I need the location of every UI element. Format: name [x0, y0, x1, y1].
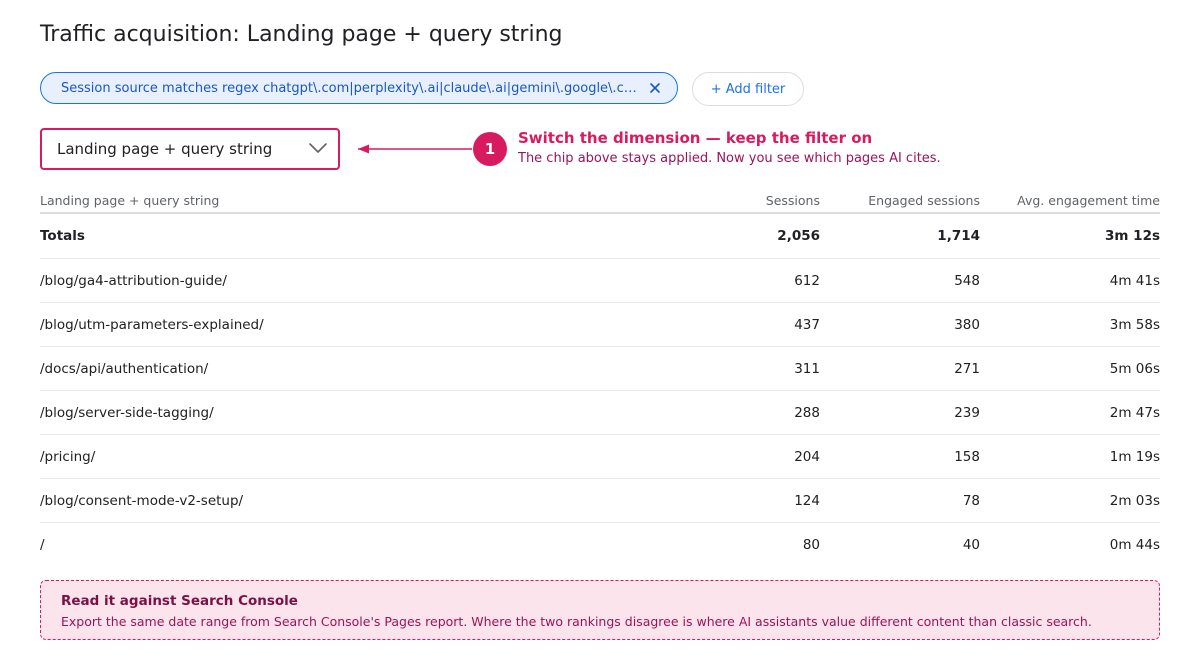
totals-engagement-time: 3m 12s — [1105, 228, 1160, 244]
totals-sessions: 2,056 — [777, 228, 820, 244]
callout-title: Switch the dimension — keep the filter o… — [518, 129, 873, 147]
note-body: Export the same date range from Search C… — [61, 614, 1092, 629]
row-engaged-sessions: 40 — [962, 536, 980, 553]
column-header-engagement-time[interactable]: Avg. engagement time — [980, 193, 1160, 208]
row-sessions: 311 — [794, 360, 820, 377]
row-sessions: 204 — [794, 448, 820, 465]
close-icon[interactable] — [647, 80, 663, 96]
totals-engaged-sessions: 1,714 — [937, 228, 980, 244]
row-engaged-sessions: 78 — [962, 492, 980, 509]
row-page: /blog/server-side-tagging/ — [40, 404, 214, 421]
row-page: /blog/consent-mode-v2-setup/ — [40, 492, 244, 509]
table-row[interactable]: /docs/api/authentication/ 311 271 5m 06s — [40, 347, 1160, 391]
row-engaged-sessions: 548 — [954, 272, 980, 289]
row-engagement-time: 0m 44s — [1109, 536, 1160, 553]
column-header-sessions[interactable]: Sessions — [660, 193, 820, 208]
add-filter-button[interactable]: + Add filter — [692, 72, 804, 106]
row-engagement-time: 1m 19s — [1109, 448, 1160, 465]
row-engaged-sessions: 158 — [954, 448, 980, 465]
arrow-left-icon — [358, 144, 472, 154]
dimension-select-value: Landing page + query string — [57, 140, 273, 158]
row-sessions: 612 — [794, 272, 820, 289]
row-page: /blog/ga4-attribution-guide/ — [40, 272, 227, 289]
row-sessions: 437 — [794, 316, 820, 333]
row-engaged-sessions: 380 — [954, 316, 980, 333]
table-row[interactable]: /pricing/ 204 158 1m 19s — [40, 435, 1160, 479]
row-engagement-time: 5m 06s — [1109, 360, 1160, 377]
row-sessions: 288 — [794, 404, 820, 421]
row-page: /pricing/ — [40, 448, 96, 465]
totals-label: Totals — [40, 228, 85, 244]
row-page: / — [40, 536, 45, 553]
row-engagement-time: 2m 47s — [1109, 404, 1160, 421]
column-header-dimension[interactable]: Landing page + query string — [40, 193, 660, 208]
row-engagement-time: 4m 41s — [1109, 272, 1160, 289]
note-title: Read it against Search Console — [61, 593, 298, 609]
row-sessions: 80 — [802, 536, 820, 553]
row-page: /blog/utm-parameters-explained/ — [40, 316, 264, 333]
page-title: Traffic acquisition: Landing page + quer… — [40, 22, 563, 47]
table-row[interactable]: / 80 40 0m 44s — [40, 523, 1160, 566]
row-engaged-sessions: 271 — [954, 360, 980, 377]
table-row[interactable]: /blog/utm-parameters-explained/ 437 380 … — [40, 303, 1160, 347]
filter-chip-label: Session source matches regex chatgpt\.co… — [61, 80, 647, 96]
table-row[interactable]: /blog/consent-mode-v2-setup/ 124 78 2m 0… — [40, 479, 1160, 523]
filter-chip[interactable]: Session source matches regex chatgpt\.co… — [40, 72, 678, 104]
column-header-engaged-sessions[interactable]: Engaged sessions — [820, 193, 980, 208]
callout-body: The chip above stays applied. Now you se… — [518, 151, 941, 166]
row-page: /docs/api/authentication/ — [40, 360, 209, 377]
dimension-select[interactable]: Landing page + query string — [40, 128, 340, 170]
table-row[interactable]: /blog/server-side-tagging/ 288 239 2m 47… — [40, 391, 1160, 435]
data-table: Landing page + query string Sessions Eng… — [40, 188, 1160, 566]
step-badge: 1 — [473, 132, 507, 166]
row-engagement-time: 3m 58s — [1109, 316, 1160, 333]
row-engagement-time: 2m 03s — [1109, 492, 1160, 509]
row-engaged-sessions: 239 — [954, 404, 980, 421]
chevron-down-icon — [308, 140, 328, 158]
search-console-note: Read it against Search Console Export th… — [40, 580, 1160, 640]
table-header: Landing page + query string Sessions Eng… — [40, 188, 1160, 214]
table-row[interactable]: /blog/ga4-attribution-guide/ 612 548 4m … — [40, 259, 1160, 303]
totals-row: Totals 2,056 1,714 3m 12s — [40, 214, 1160, 259]
row-sessions: 124 — [794, 492, 820, 509]
